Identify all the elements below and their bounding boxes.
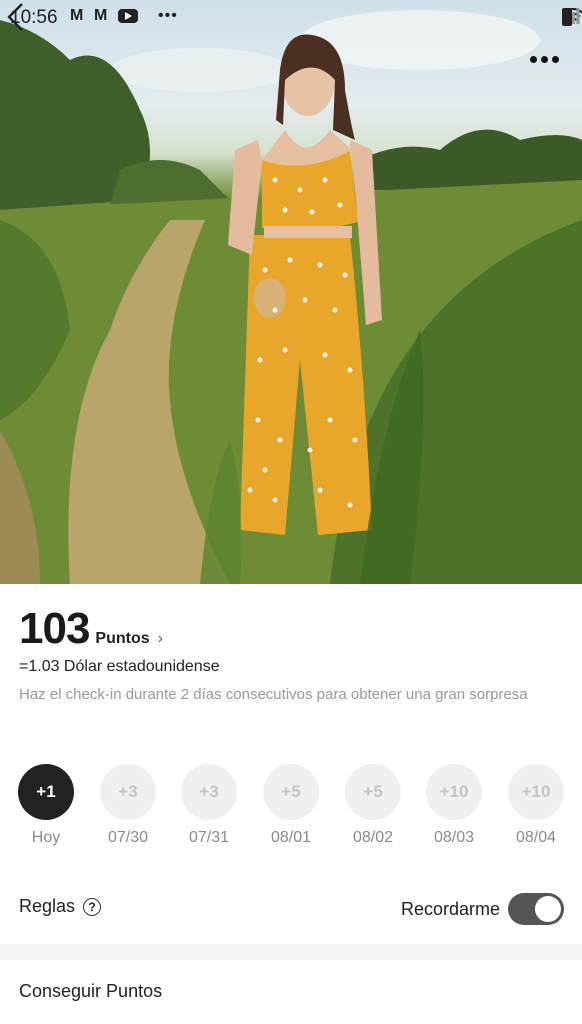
checkin-days-row: +1 Hoy +3 07/30 +3 07/31 +5 08/01 +5 08/…	[18, 764, 568, 846]
chevron-right-icon[interactable]: ›	[158, 630, 163, 648]
checkin-reward: +10	[426, 764, 482, 820]
reminder-setting: Recordarme	[401, 893, 564, 925]
checkin-reward: +3	[181, 764, 237, 820]
checkin-day-today[interactable]: +1 Hoy	[18, 764, 74, 847]
checkin-reward: +5	[263, 764, 319, 820]
earn-points-title: Conseguir Puntos	[19, 981, 163, 1001]
model-photo	[0, 10, 582, 584]
gmail-icon: M	[94, 7, 108, 24]
checkin-day[interactable]: +5 08/01	[263, 764, 319, 847]
points-card: 103 Puntos › =1.03 Dólar estadounidense …	[0, 584, 582, 944]
checkin-date: Hoy	[31, 829, 61, 846]
system-icons	[562, 8, 582, 26]
checkin-reward: +3	[100, 764, 156, 820]
checkin-date: 08/01	[270, 829, 312, 846]
checkin-hint: Haz el check-in durante 2 días consecuti…	[19, 686, 528, 703]
points-usd-equivalent: =1.03 Dólar estadounidense	[19, 658, 220, 675]
points-unit: Puntos	[95, 630, 150, 647]
more-dots-icon	[529, 55, 537, 63]
more-dots-icon	[551, 55, 559, 63]
checkin-reward: +10	[508, 764, 564, 820]
status-bar: 10:56 M M •••	[0, 0, 582, 36]
checkin-date: 08/02	[352, 829, 394, 846]
points-value: 103	[19, 604, 90, 653]
checkin-date: 08/04	[515, 829, 557, 846]
points-summary[interactable]: 103 Puntos ›	[19, 604, 163, 654]
hero-banner-image: 10:56 M M •••	[0, 0, 582, 584]
checkin-day[interactable]: +10 08/04	[508, 764, 564, 847]
checkin-reward: +1	[18, 764, 74, 820]
checkin-date: 08/03	[433, 829, 475, 846]
rules-link[interactable]: Reglas ?	[19, 896, 102, 917]
more-notifications-icon: •••	[158, 7, 178, 24]
back-button[interactable]	[0, 0, 34, 34]
help-icon: ?	[83, 897, 102, 916]
rules-label: Reglas	[19, 896, 76, 916]
notification-icons: M M •••	[70, 7, 178, 25]
more-dots-icon	[540, 55, 548, 63]
checkin-day[interactable]: +5 08/02	[345, 764, 401, 847]
checkin-day[interactable]: +3 07/30	[100, 764, 156, 847]
reminder-label: Recordarme	[400, 898, 500, 919]
checkin-day[interactable]: +3 07/31	[181, 764, 237, 847]
youtube-icon	[118, 9, 138, 23]
more-options-button[interactable]	[524, 46, 564, 72]
battery-icon	[562, 8, 572, 26]
gmail-icon: M	[70, 7, 84, 24]
toggle-knob	[535, 896, 561, 922]
earn-points-section[interactable]: Conseguir Puntos	[0, 960, 582, 1024]
reminder-toggle[interactable]	[508, 893, 564, 925]
checkin-date: 07/31	[188, 829, 230, 846]
checkin-day[interactable]: +10 08/03	[426, 764, 482, 847]
checkin-date: 07/30	[107, 829, 149, 846]
checkin-reward: +5	[345, 764, 401, 820]
